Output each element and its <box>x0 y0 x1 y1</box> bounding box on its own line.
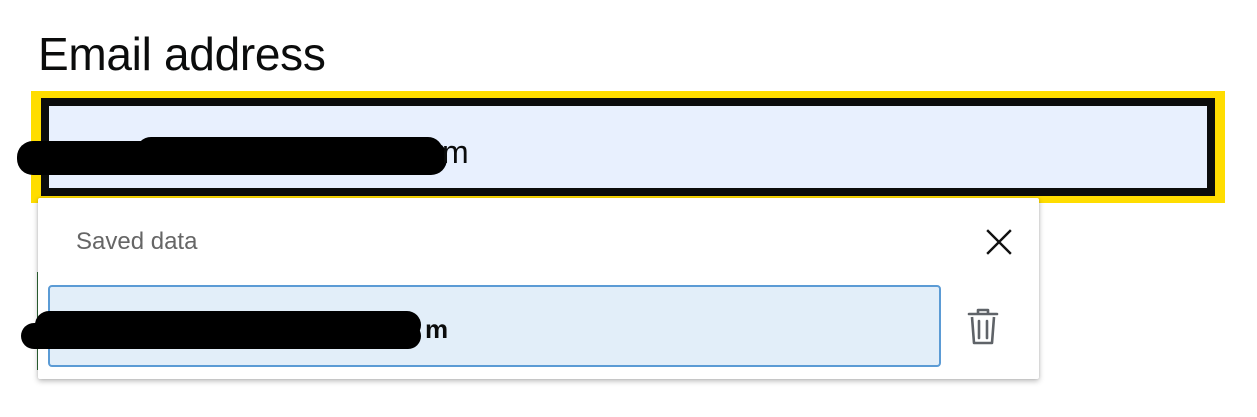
close-icon <box>986 229 1012 255</box>
email-redaction-mark <box>136 137 443 171</box>
trash-icon[interactable] <box>965 307 1001 347</box>
email-form-page: Email address m Saved data m <box>0 0 1257 417</box>
close-icon[interactable] <box>983 226 1015 258</box>
saved-data-heading: Saved data <box>76 228 198 255</box>
saved-email-option[interactable]: m <box>21 285 941 367</box>
email-input-value: m <box>442 134 469 170</box>
email-focus-ring: m <box>17 91 1225 203</box>
saved-email-value: m <box>425 314 449 344</box>
email-input[interactable]: m <box>17 98 1215 196</box>
saved-email-redaction-mark <box>35 311 421 339</box>
trash-icon <box>967 308 999 345</box>
autofill-popup: Saved data m <box>21 198 1039 379</box>
email-address-label: Email address <box>38 28 326 80</box>
